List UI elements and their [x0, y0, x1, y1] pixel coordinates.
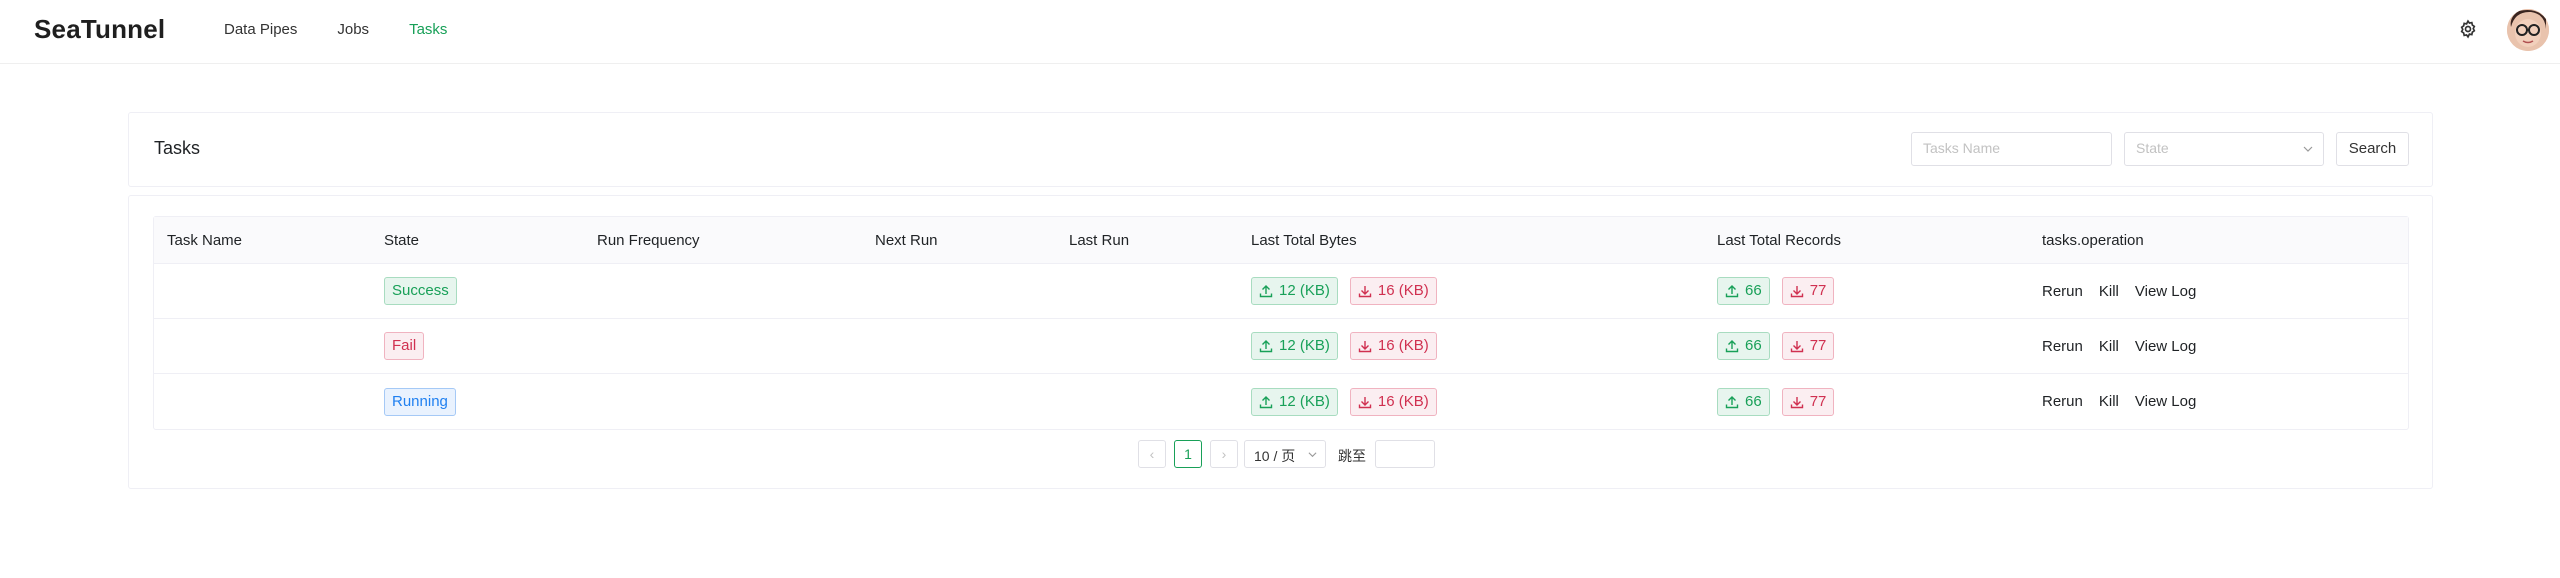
column-header-task-name: Task Name	[167, 231, 243, 249]
bytes-upload-badge: 12 (KB)	[1251, 387, 1338, 416]
top-header: SeaTunnel Data Pipes Jobs Tasks	[0, 0, 2560, 64]
next-page-button[interactable]: ›	[1210, 440, 1238, 468]
page-number-button[interactable]: 1	[1174, 440, 1202, 468]
task-name-search-input[interactable]: Tasks Name	[1911, 132, 2112, 166]
jump-to-label: 跳至	[1338, 448, 1366, 464]
tasks-table-card: Task Name State Run Frequency Next Run L…	[128, 195, 2433, 489]
prev-page-button[interactable]: ‹	[1138, 440, 1166, 468]
download-icon	[1358, 396, 1372, 408]
chevron-down-icon	[2303, 146, 2313, 152]
bytes-download-value: 16 (KB)	[1377, 392, 1429, 410]
page-title: Tasks	[154, 138, 201, 158]
upload-icon	[1725, 285, 1739, 298]
pagination: ‹ 1 › 10 / 页 跳至	[129, 440, 2434, 468]
column-header-state: State	[384, 231, 420, 249]
table-row: Running 12 (KB) 16 (KB) 66 77 Rerun Kill…	[154, 374, 2408, 429]
status-badge: Running	[384, 387, 456, 416]
bytes-upload-value: 12 (KB)	[1279, 392, 1330, 410]
column-header-run-frequency: Run Frequency	[597, 231, 700, 249]
status-badge: Fail	[384, 332, 425, 360]
view-log-button[interactable]: View Log	[2135, 283, 2196, 300]
rerun-button[interactable]: Rerun	[2042, 283, 2083, 300]
column-header-last-total-records: Last Total Records	[1717, 231, 1841, 249]
bytes-upload-value: 12 (KB)	[1279, 282, 1330, 299]
kill-button[interactable]: Kill	[2099, 283, 2119, 300]
records-upload-value: 66	[1745, 337, 1762, 354]
bytes-upload-badge: 12 (KB)	[1251, 332, 1338, 360]
upload-icon	[1259, 285, 1273, 298]
view-log-button[interactable]: View Log	[2135, 393, 2196, 410]
bytes-download-value: 16 (KB)	[1377, 282, 1429, 299]
records-upload-value: 66	[1745, 392, 1762, 410]
upload-icon	[1725, 340, 1739, 353]
chevron-down-icon	[1308, 452, 1317, 458]
download-icon	[1358, 286, 1372, 298]
status-badge: Success	[384, 277, 457, 305]
records-download-value: 77	[1809, 337, 1827, 354]
upload-icon	[1259, 395, 1273, 408]
upload-icon	[1259, 340, 1273, 353]
table-header: Task Name State Run Frequency Next Run L…	[154, 217, 2408, 264]
bytes-download-value: 16 (KB)	[1377, 337, 1429, 354]
column-header-operation: tasks.operation	[2042, 231, 2144, 249]
bytes-upload-value: 12 (KB)	[1279, 337, 1330, 354]
table-row: Success 12 (KB) 16 (KB) 66 77 Rerun Kill…	[154, 264, 2408, 319]
records-upload-badge: 66	[1717, 332, 1770, 360]
nav-item-data-pipes[interactable]: Data Pipes	[224, 21, 297, 38]
rerun-button[interactable]: Rerun	[2042, 393, 2083, 410]
nav-item-jobs[interactable]: Jobs	[337, 21, 369, 38]
view-log-button[interactable]: View Log	[2135, 338, 2196, 355]
kill-button[interactable]: Kill	[2099, 393, 2119, 410]
state-select-placeholder: State	[2136, 140, 2169, 156]
records-download-value: 77	[1809, 282, 1827, 299]
tasks-table: Task Name State Run Frequency Next Run L…	[153, 216, 2409, 430]
main-nav: Data Pipes Jobs Tasks	[224, 21, 487, 38]
records-upload-badge: 66	[1717, 277, 1770, 305]
records-download-badge: 77	[1781, 387, 1835, 416]
nav-item-tasks[interactable]: Tasks	[409, 21, 447, 38]
upload-icon	[1725, 395, 1739, 408]
column-header-next-run: Next Run	[875, 231, 938, 249]
app-logo[interactable]: SeaTunnel	[34, 14, 165, 45]
state-select[interactable]: State	[2124, 132, 2324, 166]
records-download-badge: 77	[1781, 332, 1835, 360]
page-size-value: 10 / 页	[1254, 448, 1296, 464]
records-download-badge: 77	[1781, 277, 1835, 305]
records-upload-value: 66	[1745, 282, 1762, 299]
jump-to-page-input[interactable]	[1375, 440, 1435, 468]
search-button[interactable]: Search	[2336, 132, 2409, 166]
bytes-download-badge: 16 (KB)	[1349, 277, 1437, 305]
download-icon	[1790, 396, 1803, 408]
bytes-download-badge: 16 (KB)	[1349, 332, 1437, 360]
column-header-last-run: Last Run	[1069, 231, 1130, 249]
user-avatar[interactable]	[2507, 9, 2549, 51]
bytes-upload-badge: 12 (KB)	[1251, 277, 1338, 305]
download-icon	[1358, 341, 1372, 353]
table-row: Fail 12 (KB) 16 (KB) 66 77 Rerun Kill Vi…	[154, 319, 2408, 374]
records-download-value: 77	[1809, 392, 1827, 410]
records-upload-badge: 66	[1717, 387, 1770, 416]
search-card: Tasks Tasks Name State Search	[128, 112, 2433, 187]
rerun-button[interactable]: Rerun	[2042, 338, 2083, 355]
bytes-download-badge: 16 (KB)	[1349, 387, 1437, 416]
gear-icon[interactable]	[2458, 19, 2478, 39]
kill-button[interactable]: Kill	[2099, 338, 2119, 355]
download-icon	[1790, 341, 1803, 353]
page-size-select[interactable]: 10 / 页	[1244, 440, 1326, 468]
column-header-last-total-bytes: Last Total Bytes	[1251, 231, 1357, 249]
download-icon	[1790, 286, 1803, 298]
